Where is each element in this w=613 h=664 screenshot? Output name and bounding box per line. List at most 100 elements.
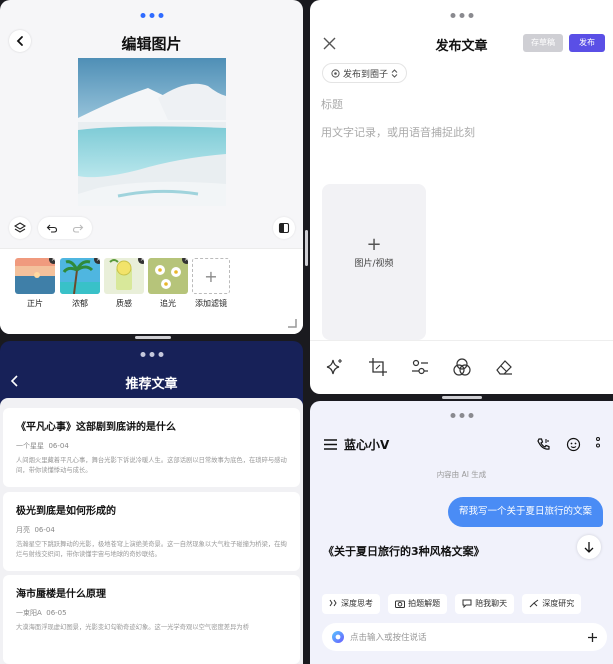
chat-header: 蓝心小V	[310, 431, 613, 457]
remove-filter-icon[interactable]: ×	[94, 258, 100, 264]
remove-filter-icon[interactable]: ×	[49, 258, 55, 264]
filter-item[interactable]: × 浓郁	[60, 258, 100, 309]
attach-button[interactable]	[585, 630, 599, 644]
eraser-button[interactable]	[494, 357, 514, 377]
arrow-down-icon	[584, 542, 594, 553]
more-button[interactable]	[593, 436, 603, 452]
call-button[interactable]	[535, 436, 551, 452]
filter-thumbnail: ×	[104, 258, 144, 294]
compare-button[interactable]	[273, 217, 295, 239]
chevron-updown-icon	[391, 68, 398, 78]
filter-icon	[453, 358, 471, 376]
redo-button[interactable]	[72, 222, 84, 234]
crop-icon	[369, 358, 387, 376]
split-divider-handle[interactable]	[305, 230, 308, 266]
menu-button[interactable]	[323, 437, 337, 451]
adjust-button[interactable]	[410, 357, 430, 377]
think-icon	[329, 599, 337, 607]
article-author: 一束阳A	[16, 609, 42, 617]
editor-toolbar	[310, 340, 613, 394]
crop-button[interactable]	[368, 357, 388, 377]
drag-handle[interactable]	[140, 13, 163, 18]
page-title: 推荐文章	[125, 377, 178, 392]
photo-preview[interactable]	[78, 58, 226, 206]
filter-label: 正片	[27, 299, 43, 308]
quick-action-chat[interactable]: 陪我聊天	[455, 593, 515, 614]
save-draft-button[interactable]: 存草稿	[523, 34, 563, 52]
filter-label: 追光	[160, 299, 176, 308]
quick-action-deep-think[interactable]: 深度思考	[322, 593, 380, 614]
user-message-bubble: 帮我写一个关于夏日旅行的文案	[447, 497, 603, 527]
ai-chat-pane: 蓝心小V 内容由 AI 生成 帮我写一个关于夏日旅行的文案 《关于夏日旅行的3种…	[310, 401, 613, 664]
sunset-sea-image	[15, 258, 55, 294]
split-divider-handle[interactable]	[135, 336, 171, 339]
body-input[interactable]: 用文字记录，或用语音捕捉此刻	[321, 124, 475, 140]
filter-button[interactable]	[452, 357, 472, 377]
circle-icon	[331, 68, 340, 78]
quick-action-label: 深度研究	[542, 599, 575, 608]
drag-handle[interactable]	[450, 413, 473, 418]
page-title: 发布文章	[435, 39, 488, 54]
landscape-image	[78, 58, 226, 206]
article-title: 海市蜃楼是什么原理	[16, 589, 106, 600]
article-title: 极光到底是如何形成的	[16, 506, 116, 517]
assistant-reply-title: 《关于夏日旅行的3种风格文案》	[323, 545, 485, 558]
title-input[interactable]: 标题	[321, 96, 343, 112]
article-meta: 月亮 06-04	[16, 525, 287, 535]
ai-generated-note: 内容由 AI 生成	[436, 470, 487, 479]
redo-icon	[72, 224, 84, 233]
adjust-icon	[412, 359, 428, 375]
ai-sparkle-button[interactable]	[325, 357, 345, 377]
article-summary: 大漠海面浮现虚幻图景，光影变幻勾勒奇迹幻象。这一光学奇观以空气密度差异为桥	[16, 624, 249, 631]
filter-thumbnail: ×	[60, 258, 100, 294]
undo-redo-group	[38, 217, 92, 239]
filter-strip: × 正片 × 浓郁 × 质感 × 追光 + 添加滤镜	[0, 248, 303, 334]
article-title: 《平凡心事》这部剧到底讲的是什么	[16, 422, 176, 433]
article-author: 月亮	[16, 526, 30, 534]
persona-button[interactable]	[565, 436, 581, 452]
filter-label: 质感	[116, 299, 132, 308]
filter-item[interactable]: × 正片	[15, 258, 55, 309]
publish-button[interactable]: 发布	[569, 34, 605, 52]
quick-action-label: 深度思考	[341, 599, 373, 608]
add-filter-button[interactable]: + 添加滤镜	[191, 258, 231, 309]
undo-icon	[46, 224, 58, 233]
filter-thumbnail: ×	[15, 258, 55, 294]
drag-handle[interactable]	[450, 13, 473, 18]
circle-selector[interactable]: 发布到圈子	[322, 63, 408, 83]
eraser-icon	[496, 360, 512, 375]
filter-item[interactable]: × 质感	[104, 258, 144, 309]
drag-handle[interactable]	[140, 352, 163, 357]
research-icon	[529, 599, 539, 608]
article-summary: 浩瀚星空下跳跃舞动的光影，极地苍穹上演绝美奇景。这一自然现象以大气粒子碰撞为桥梁…	[16, 541, 287, 558]
remove-filter-icon[interactable]: ×	[182, 258, 188, 264]
split-divider-handle[interactable]	[442, 396, 482, 399]
article-card[interactable]: 《平凡心事》这部剧到底讲的是什么 一个星星 06-04 人间烟火里藏着平凡心事，…	[3, 408, 300, 487]
smiley-icon	[566, 437, 580, 451]
article-meta: 一束阳A 06-05	[16, 608, 287, 618]
resize-handle-icon[interactable]	[287, 318, 297, 328]
article-card[interactable]: 极光到底是如何形成的 月亮 06-04 浩瀚星空下跳跃舞动的光影，极地苍穹上演绝…	[3, 492, 300, 571]
edit-image-pane: 编辑图片 × 正片 × 浓郁 × 质感 × 追光 + 添加滤镜	[0, 0, 303, 334]
scroll-down-button[interactable]	[577, 535, 601, 559]
menu-icon	[323, 438, 337, 450]
assistant-logo-icon	[332, 631, 344, 643]
daisy-image	[148, 258, 188, 294]
quick-action-photo-solve[interactable]: 拍题解题	[388, 593, 448, 614]
layers-button[interactable]	[9, 217, 31, 239]
article-card[interactable]: 海市蜃楼是什么原理 一束阳A 06-05 大漠海面浮现虚幻图景，光影变幻勾勒奇迹…	[3, 575, 300, 664]
plus-icon	[587, 632, 597, 642]
quick-action-label: 陪我聊天	[475, 599, 508, 608]
article-summary: 人间烟火里藏着平凡心事，舞台光影下诉说冷暖人生。这部话剧以日常故事为底色，在琐碎…	[16, 457, 287, 474]
filter-label: 添加滤镜	[195, 299, 227, 308]
chat-icon	[462, 599, 472, 608]
sparkle-icon	[326, 359, 342, 375]
article-author: 一个星星	[16, 442, 44, 450]
quick-action-deep-research[interactable]: 深度研究	[522, 593, 582, 614]
undo-button[interactable]	[46, 222, 58, 234]
add-media-button[interactable]: + 图片/视频	[322, 184, 426, 340]
chat-input[interactable]: 点击输入或按住说话	[322, 623, 607, 651]
remove-filter-icon[interactable]: ×	[138, 258, 144, 264]
filter-item[interactable]: × 追光	[148, 258, 188, 309]
chat-input-placeholder: 点击输入或按住说话	[350, 633, 427, 643]
